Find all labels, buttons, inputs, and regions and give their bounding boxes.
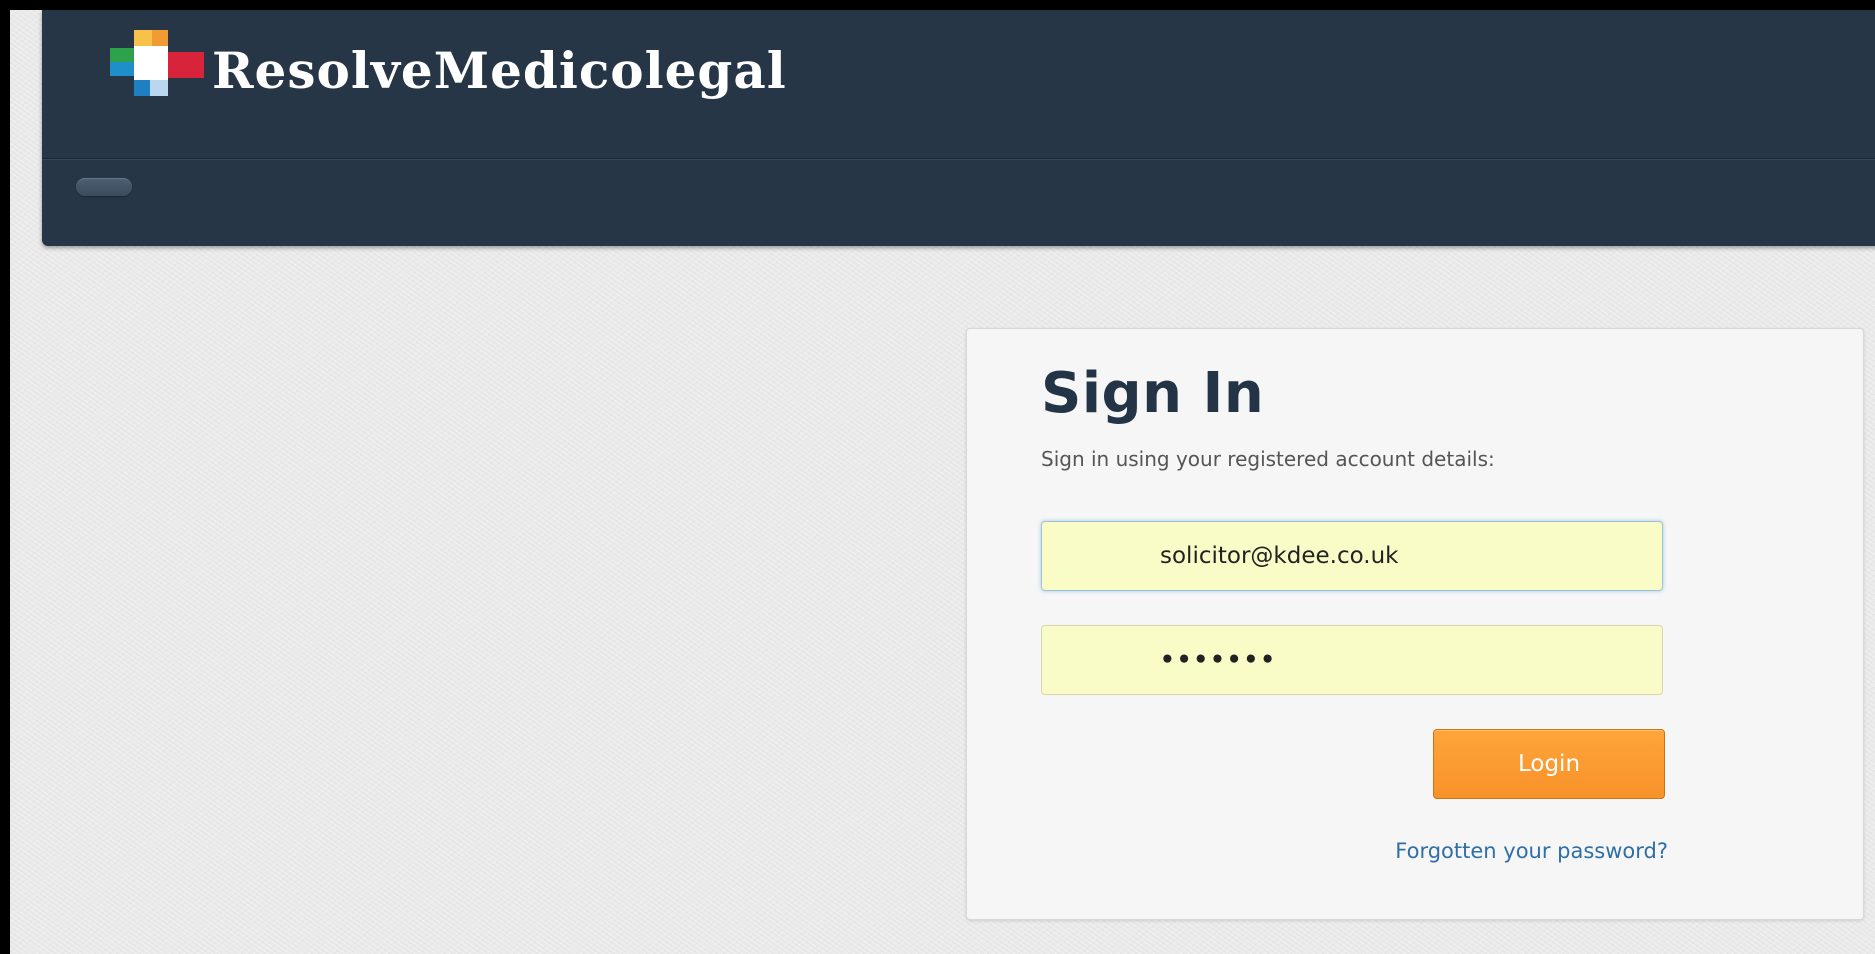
brand-name: ResolveMedicolegal	[212, 40, 787, 100]
brand[interactable]: ResolveMedicolegal	[96, 30, 787, 110]
top-navbar: ResolveMedicolegal	[42, 10, 1875, 246]
signin-title: Sign In	[1041, 361, 1265, 426]
medical-cross-logo-icon	[110, 30, 204, 96]
app-window: ResolveMedicolegal Sign In Sign in using…	[10, 10, 1875, 954]
signin-subtitle: Sign in using your registered account de…	[1041, 447, 1495, 471]
email-field[interactable]	[1041, 521, 1663, 591]
forgot-password-link[interactable]: Forgotten your password?	[1395, 839, 1668, 863]
signin-panel: Sign In Sign in using your registered ac…	[966, 328, 1864, 920]
navbar-divider	[42, 158, 1875, 159]
nav-toggle-icon[interactable]	[76, 178, 132, 196]
password-field[interactable]	[1041, 625, 1663, 695]
login-button[interactable]: Login	[1433, 729, 1665, 799]
